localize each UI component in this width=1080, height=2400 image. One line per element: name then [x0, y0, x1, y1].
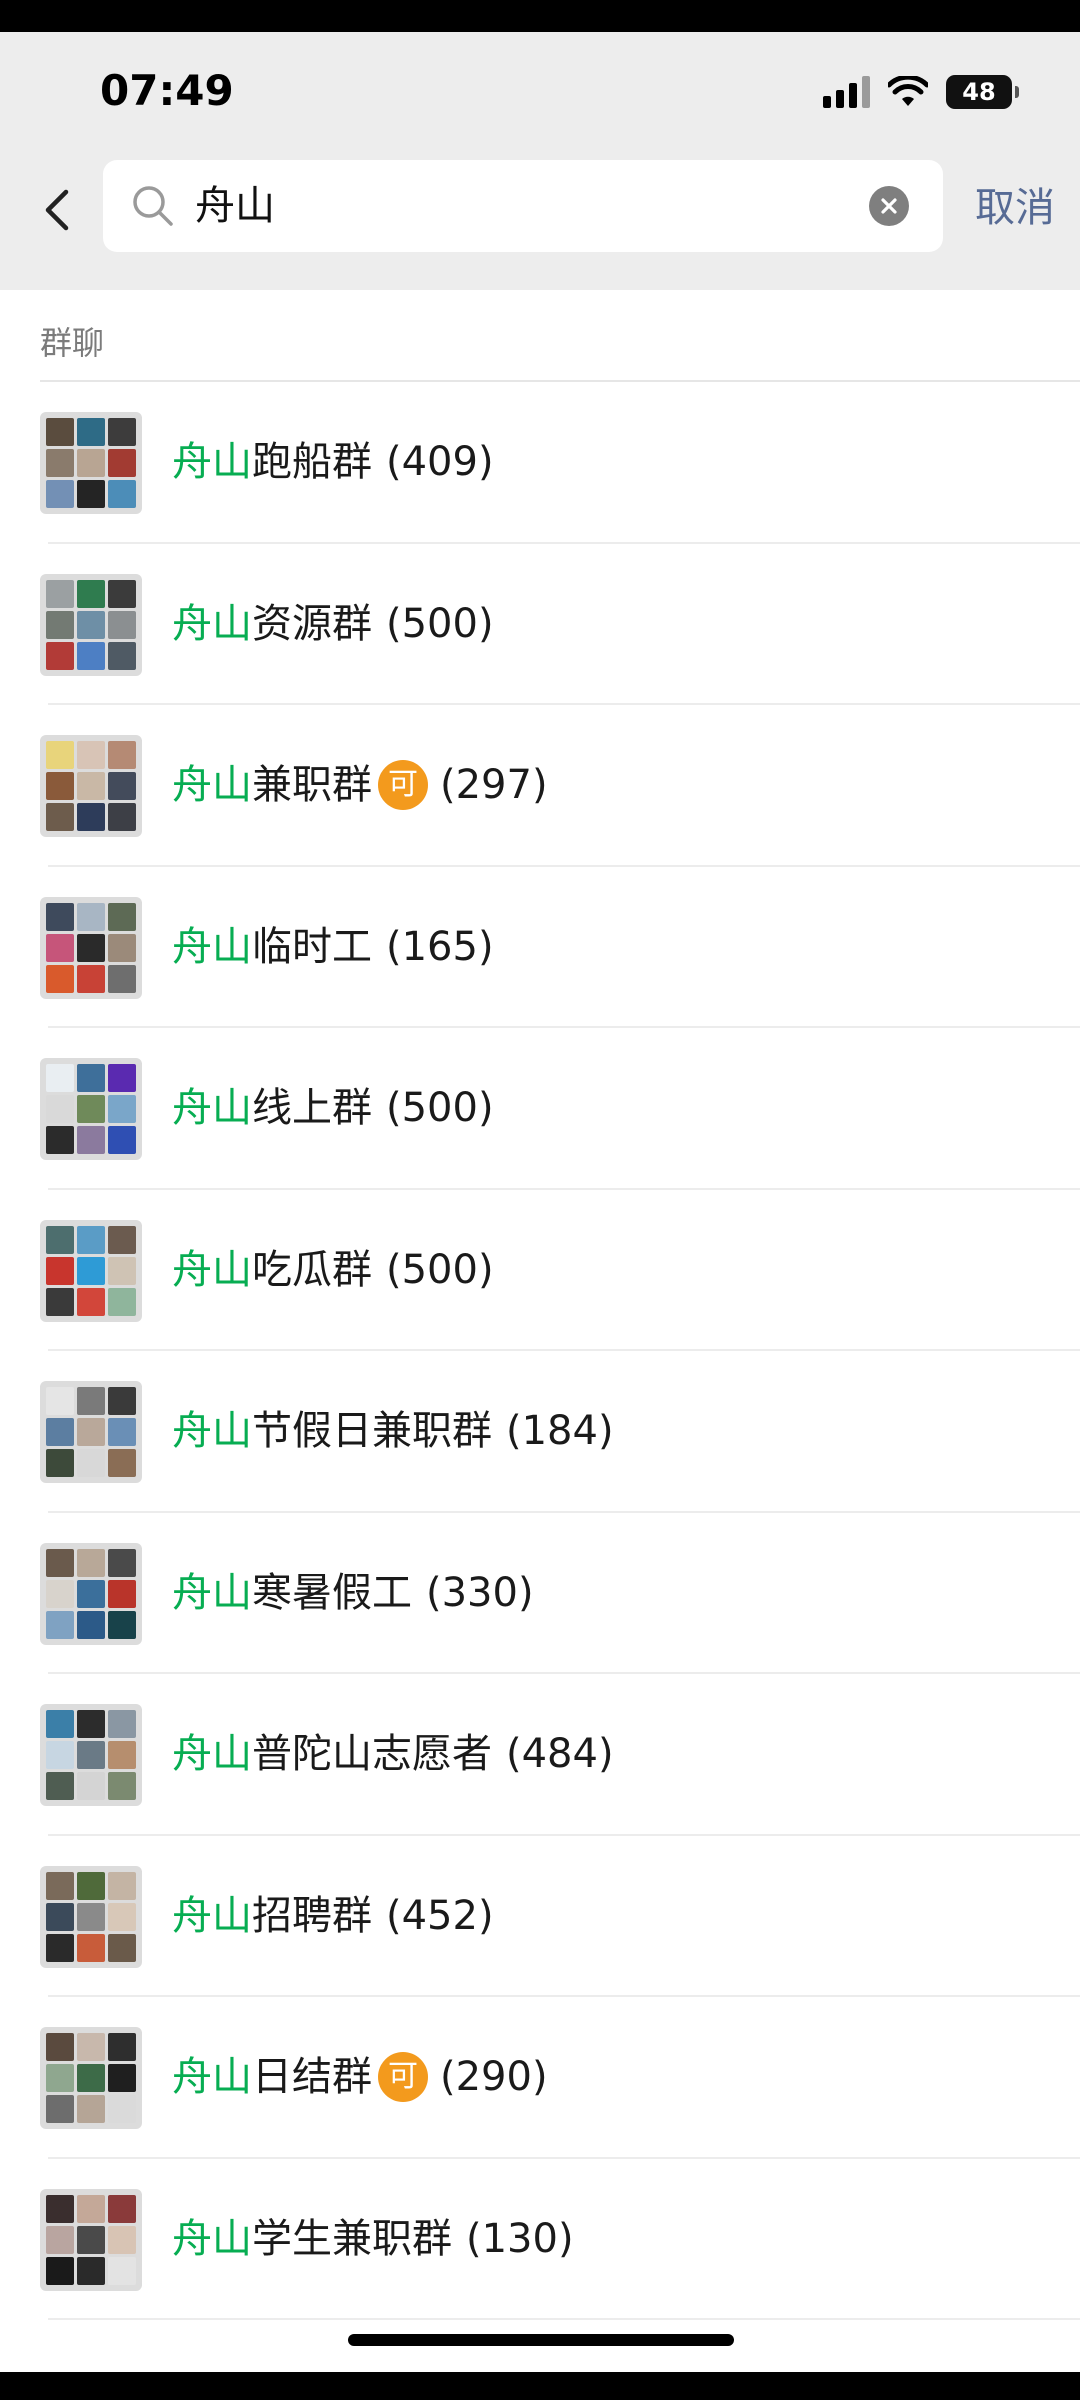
group-name-rest: 招聘群 [252, 1892, 372, 1939]
group-name: 舟山 日结群可 (290) [172, 2049, 548, 2105]
cancel-button[interactable]: 取消 [975, 182, 1055, 234]
group-name: 舟山 线上群 (500) [172, 1080, 494, 1136]
row-divider [48, 2318, 1080, 2320]
back-button[interactable] [38, 180, 78, 240]
group-avatar [40, 1704, 142, 1806]
match-highlight: 舟山 [172, 1246, 252, 1293]
group-name: 舟山 资源群 (500) [172, 596, 494, 652]
group-avatar [40, 1058, 142, 1160]
group-row[interactable]: 舟山 日结群可 (290) [0, 1997, 1080, 2159]
group-name-rest: 临时工 [252, 923, 372, 970]
search-icon [133, 186, 173, 226]
group-name-rest: 节假日兼职群 [252, 1408, 492, 1454]
group-row[interactable]: 舟山 招聘群 (452) [0, 1836, 1080, 1997]
member-count: (130) [466, 2215, 574, 2262]
group-name-rest: 吃瓜群 [252, 1246, 372, 1293]
group-row[interactable]: 舟山 资源群 (500) [0, 544, 1080, 705]
signal-icon [823, 76, 870, 108]
group-name-rest: 日结群 [252, 2054, 372, 2100]
group-row[interactable]: 舟山 节假日兼职群 (184) [0, 1351, 1080, 1513]
group-avatar [40, 1381, 142, 1483]
group-name: 舟山 学生兼职群 (130) [172, 2211, 574, 2267]
group-avatar [40, 896, 142, 999]
match-highlight: 舟山 [172, 1892, 252, 1939]
member-count: (184) [506, 1408, 614, 1454]
member-count: (484) [506, 1731, 614, 1777]
group-avatar [40, 2027, 142, 2129]
group-name: 舟山 普陀山志愿者 (484) [172, 1726, 614, 1782]
tag-badge: 可 [378, 760, 428, 810]
group-avatar [40, 573, 142, 676]
group-avatar [40, 1219, 142, 1322]
match-highlight: 舟山 [172, 439, 252, 485]
battery-icon: 48 [946, 75, 1019, 109]
group-name-rest: 资源群 [252, 600, 372, 647]
bottom-bezel [0, 2372, 1080, 2400]
member-count: (165) [386, 923, 494, 970]
group-avatar [40, 2188, 142, 2291]
match-highlight: 舟山 [172, 923, 252, 970]
member-count: (409) [386, 439, 494, 485]
search-query[interactable]: 舟山 [195, 180, 275, 232]
match-highlight: 舟山 [172, 2215, 252, 2262]
search-input[interactable]: 舟山 [103, 160, 943, 252]
match-highlight: 舟山 [172, 2054, 252, 2100]
group-result-list: 舟山 跑船群 (409) 舟山 资源群 (500) 舟山 兼职群可 (297) 舟山 临时工(… [0, 382, 1080, 2320]
home-indicator[interactable] [348, 2334, 734, 2346]
member-count: (452) [386, 1892, 494, 1939]
clear-button[interactable] [869, 186, 909, 226]
group-row[interactable]: 舟山 兼职群可 (297) [0, 705, 1080, 867]
group-name-rest: 线上群 [252, 1085, 372, 1131]
screen: 07:49 48 舟山 取消 群聊 舟山 跑船群 (409) 舟山 资源群 (5… [0, 0, 1080, 2400]
status-time: 07:49 [100, 66, 234, 115]
group-name-rest: 兼职群 [252, 762, 372, 808]
match-highlight: 舟山 [172, 762, 252, 808]
status-icons: 48 [823, 74, 1019, 110]
group-name: 舟山 招聘群 (452) [172, 1888, 494, 1944]
match-highlight: 舟山 [172, 1408, 252, 1454]
match-highlight: 舟山 [172, 1085, 252, 1131]
group-name-rest: 寒暑假工 [252, 1569, 412, 1616]
member-count: (297) [440, 762, 548, 808]
member-count: (500) [386, 600, 494, 647]
match-highlight: 舟山 [172, 1569, 252, 1616]
group-row[interactable]: 舟山 线上群 (500) [0, 1028, 1080, 1190]
top-bezel [0, 0, 1080, 32]
group-avatar [40, 1542, 142, 1645]
group-row[interactable]: 舟山 吃瓜群 (500) [0, 1190, 1080, 1351]
group-avatar [40, 735, 142, 837]
tag-badge: 可 [378, 2052, 428, 2102]
group-name: 舟山 跑船群 (409) [172, 434, 494, 490]
group-row[interactable]: 舟山 寒暑假工 (330) [0, 1513, 1080, 1674]
wifi-icon [888, 76, 928, 106]
group-row[interactable]: 舟山 临时工 (165) [0, 867, 1080, 1028]
battery-level: 48 [962, 78, 996, 106]
group-name-rest: 学生兼职群 [252, 2215, 452, 2262]
search-header: 07:49 48 舟山 取消 [0, 32, 1080, 290]
group-row[interactable]: 舟山 学生兼职群 (130) [0, 2159, 1080, 2320]
match-highlight: 舟山 [172, 1731, 252, 1777]
group-name: 舟山 兼职群可 (297) [172, 757, 548, 813]
group-name: 舟山 寒暑假工 (330) [172, 1565, 534, 1621]
group-name: 舟山 临时工 (165) [172, 919, 494, 975]
clear-icon [881, 198, 897, 214]
group-row[interactable]: 舟山 跑船群 (409) [0, 382, 1080, 544]
group-avatar [40, 412, 142, 514]
group-name-rest: 普陀山志愿者 [252, 1731, 492, 1777]
group-row[interactable]: 舟山 普陀山志愿者 (484) [0, 1674, 1080, 1836]
group-avatar [40, 1865, 142, 1968]
group-name: 舟山 节假日兼职群 (184) [172, 1403, 614, 1459]
member-count: (500) [386, 1085, 494, 1131]
match-highlight: 舟山 [172, 600, 252, 647]
group-name-rest: 跑船群 [252, 439, 372, 485]
member-count: (500) [386, 1246, 494, 1293]
section-title: 群聊 [40, 324, 105, 362]
group-name: 舟山 吃瓜群 (500) [172, 1242, 494, 1298]
member-count: (330) [426, 1569, 534, 1616]
member-count: (290) [440, 2054, 548, 2100]
